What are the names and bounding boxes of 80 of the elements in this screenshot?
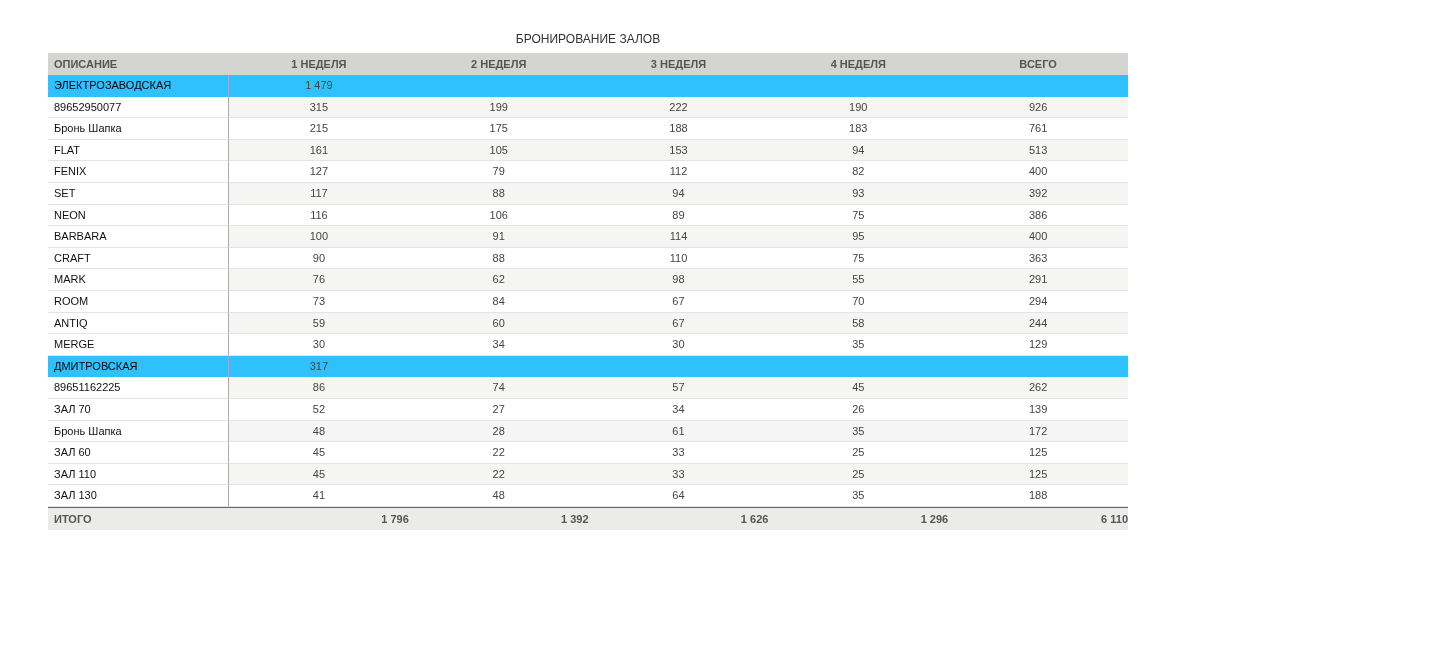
table-cell: 262 bbox=[948, 377, 1128, 399]
table-cell: 94 bbox=[588, 182, 769, 205]
total-cell: 1 626 bbox=[588, 506, 769, 530]
table-cell: 86 bbox=[229, 377, 409, 399]
table-cell: 91 bbox=[408, 226, 589, 248]
table-cell: 22 bbox=[408, 463, 589, 486]
row-label-cell: Бронь Шапка bbox=[48, 420, 229, 443]
table-cell: 153 bbox=[588, 139, 769, 162]
table-cell: 291 bbox=[948, 269, 1128, 291]
table-cell: 57 bbox=[588, 377, 769, 399]
total-cell: 1 296 bbox=[768, 506, 949, 530]
group-name-cell: ДМИТРОВСКАЯ bbox=[48, 355, 229, 378]
table-cell: 61 bbox=[588, 420, 769, 443]
table-cell: 45 bbox=[229, 463, 409, 486]
group-total-cell: 1 479 bbox=[229, 75, 409, 97]
table-cell: 105 bbox=[408, 139, 589, 162]
table-cell: 117 bbox=[229, 182, 409, 205]
table-cell: 55 bbox=[768, 269, 949, 291]
row-label-cell: ЗАЛ 70 bbox=[48, 398, 229, 421]
column-header: 2 НЕДЕЛЯ bbox=[408, 53, 589, 75]
table-cell: 125 bbox=[948, 463, 1128, 486]
table-cell: 59 bbox=[229, 312, 409, 335]
table-cell: 926 bbox=[948, 96, 1128, 119]
table-cell: 33 bbox=[588, 463, 769, 486]
table-cell: 190 bbox=[768, 96, 949, 119]
column-header: 1 НЕДЕЛЯ bbox=[229, 53, 409, 75]
row-label-cell: ЗАЛ 60 bbox=[48, 442, 229, 464]
table-cell: 172 bbox=[948, 420, 1128, 443]
row-label-cell: ROOM bbox=[48, 290, 229, 313]
column-header: 4 НЕДЕЛЯ bbox=[768, 53, 949, 75]
table-cell: 513 bbox=[948, 139, 1128, 162]
total-cell: 6 110 bbox=[948, 506, 1128, 530]
column-header: ОПИСАНИЕ bbox=[48, 53, 229, 75]
table-cell: 161 bbox=[229, 139, 409, 162]
table-cell: 35 bbox=[768, 420, 949, 443]
total-label-cell: ИТОГО bbox=[48, 506, 229, 530]
table-cell: 74 bbox=[408, 377, 589, 399]
table-cell: 76 bbox=[229, 269, 409, 291]
table-cell: 400 bbox=[948, 226, 1128, 248]
table-cell: 222 bbox=[588, 96, 769, 119]
row-label-cell: BARBARA bbox=[48, 226, 229, 248]
table-cell: 244 bbox=[948, 312, 1128, 335]
table-cell: 25 bbox=[768, 463, 949, 486]
table-cell: 114 bbox=[588, 226, 769, 248]
row-label-cell: MARK bbox=[48, 269, 229, 291]
group-name-cell: ЭЛЕКТРОЗАВОДСКАЯ bbox=[48, 75, 229, 97]
row-label-cell: FENIX bbox=[48, 161, 229, 183]
table-cell: 62 bbox=[408, 269, 589, 291]
row-label-cell: ANTIQ bbox=[48, 312, 229, 335]
row-label-cell: 89651162225 bbox=[48, 377, 229, 399]
table-cell: 88 bbox=[408, 182, 589, 205]
table-cell: 100 bbox=[229, 226, 409, 248]
table-cell: 93 bbox=[768, 182, 949, 205]
table-cell: 95 bbox=[768, 226, 949, 248]
row-label-cell: SET bbox=[48, 182, 229, 205]
table-cell: 48 bbox=[229, 420, 409, 443]
row-label-cell: Бронь Шапка bbox=[48, 118, 229, 140]
column-header: 3 НЕДЕЛЯ bbox=[588, 53, 769, 75]
group-total-cell: 317 bbox=[229, 355, 409, 378]
row-label-cell: MERGE bbox=[48, 334, 229, 356]
table-cell: 60 bbox=[408, 312, 589, 335]
row-label-cell: NEON bbox=[48, 204, 229, 227]
column-header: ВСЕГО bbox=[948, 53, 1128, 75]
table-cell: 67 bbox=[588, 312, 769, 335]
table-cell: 98 bbox=[588, 269, 769, 291]
table-cell: 45 bbox=[768, 377, 949, 399]
table-cell: 28 bbox=[408, 420, 589, 443]
row-label-cell: FLAT bbox=[48, 139, 229, 162]
table-cell: 199 bbox=[408, 96, 589, 119]
row-label-cell: ЗАЛ 110 bbox=[48, 463, 229, 486]
table-title: БРОНИРОВАНИЕ ЗАЛОВ bbox=[514, 31, 662, 48]
table-cell: 392 bbox=[948, 182, 1128, 205]
total-cell: 1 392 bbox=[408, 506, 589, 530]
row-label-cell: ЗАЛ 130 bbox=[48, 485, 229, 507]
table-cell: 315 bbox=[229, 96, 409, 119]
row-label-cell: 89652950077 bbox=[48, 96, 229, 119]
total-cell: 1 796 bbox=[229, 506, 409, 530]
table-cell: 94 bbox=[768, 139, 949, 162]
table-cell: 58 bbox=[768, 312, 949, 335]
row-label-cell: CRAFT bbox=[48, 247, 229, 270]
